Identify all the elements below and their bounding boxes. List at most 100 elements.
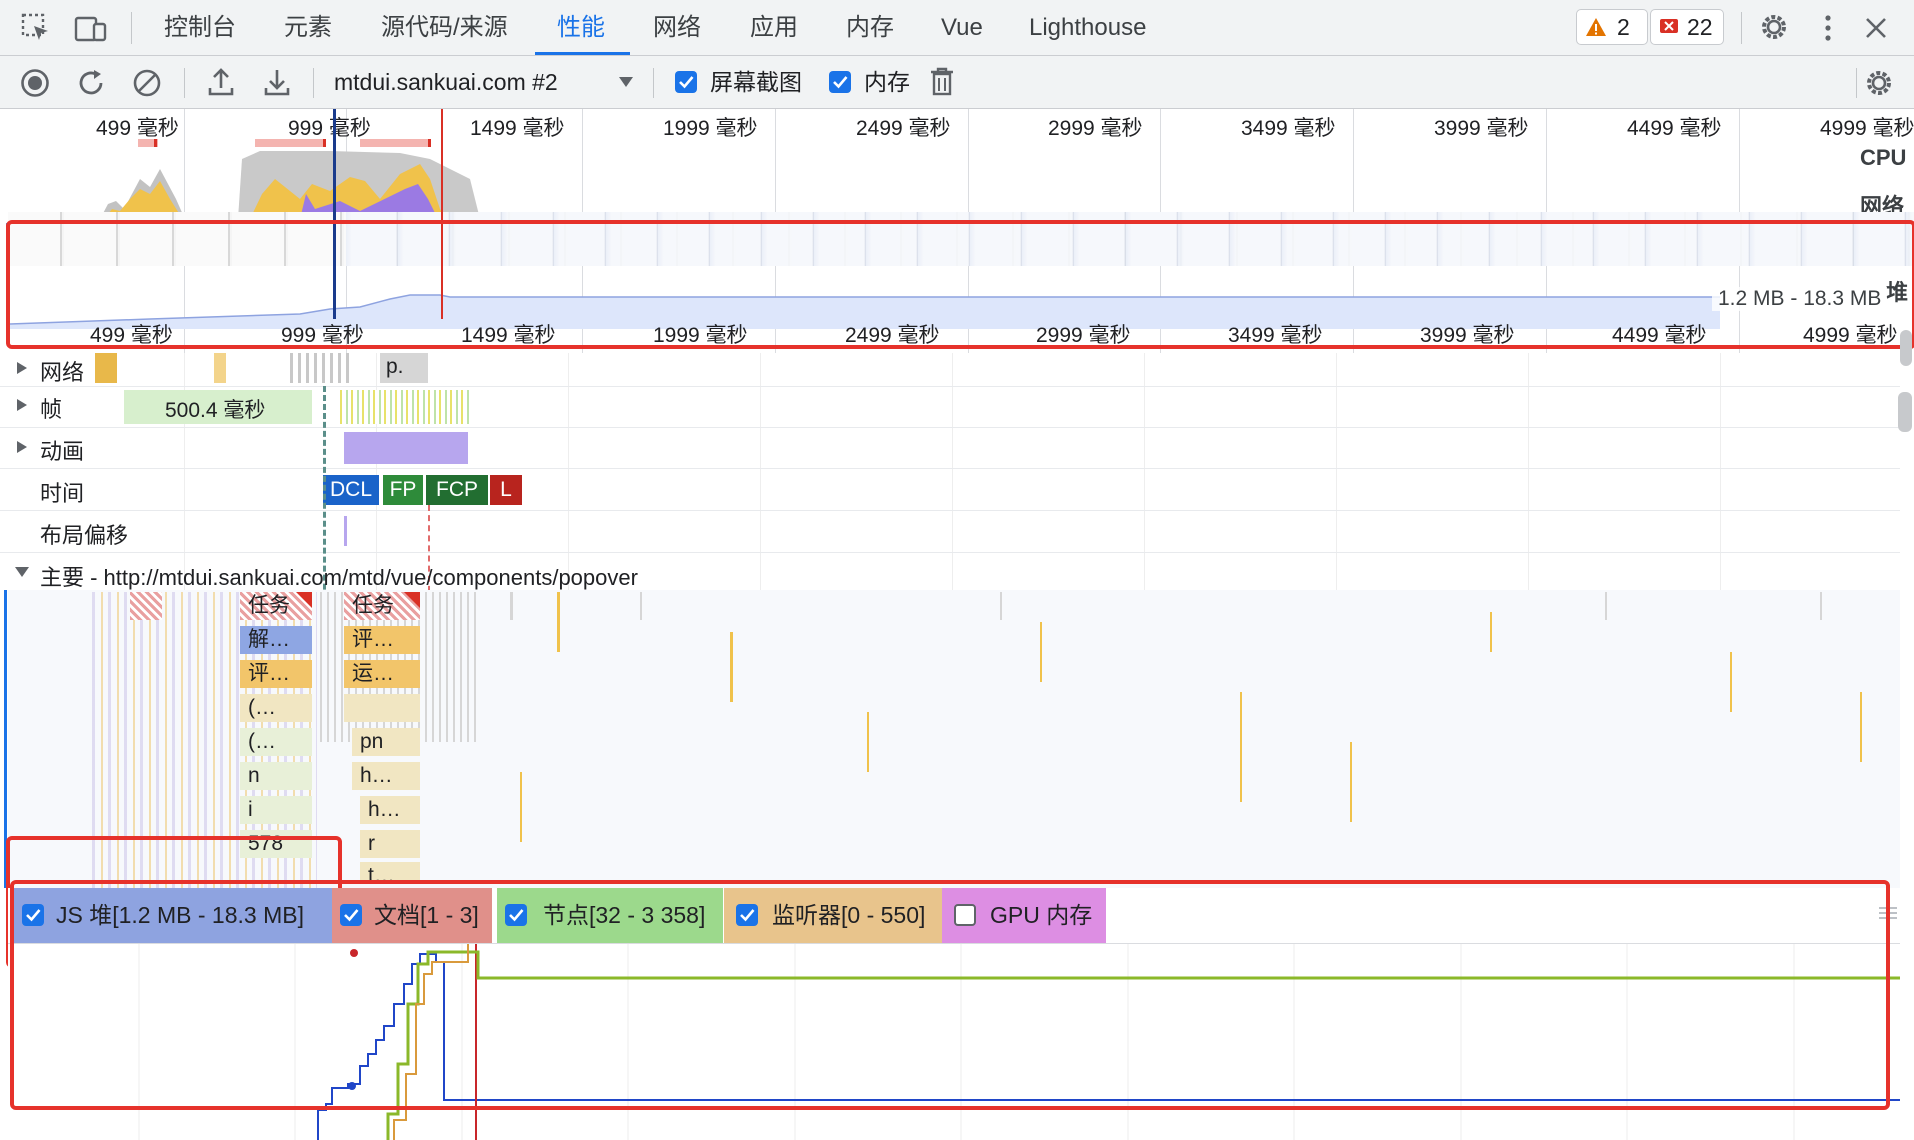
upload-icon[interactable] bbox=[206, 66, 236, 98]
active-tab-indicator bbox=[535, 52, 630, 55]
overview-tick: 499 毫秒 bbox=[96, 117, 179, 140]
memory-checkbox[interactable] bbox=[829, 71, 851, 93]
overview-tick: 2999 毫秒 bbox=[1048, 117, 1143, 140]
network-request-bar bbox=[290, 353, 350, 383]
timings-track-label: 时间 bbox=[40, 481, 85, 506]
screenshots-checkbox[interactable] bbox=[675, 71, 697, 93]
record-icon[interactable] bbox=[20, 68, 50, 98]
track-divider bbox=[0, 427, 1900, 428]
task-red-triangle bbox=[130, 592, 162, 620]
divider bbox=[131, 12, 132, 44]
timing-marker-fcp[interactable]: FCP bbox=[426, 475, 488, 505]
network-request-bar bbox=[95, 353, 117, 383]
warnings-count: 2 bbox=[1617, 14, 1630, 40]
frames-track-label[interactable]: 帧 bbox=[40, 392, 62, 424]
warning-icon bbox=[1586, 18, 1606, 36]
flame-function[interactable]: r bbox=[360, 830, 420, 858]
inspect-element-icon[interactable] bbox=[20, 12, 52, 44]
flame-evaluate[interactable]: 评… bbox=[240, 660, 312, 688]
warnings-badge[interactable]: 2 bbox=[1576, 9, 1648, 45]
flame-run[interactable]: 运… bbox=[344, 660, 420, 688]
profile-select-value: mtdui.sankuai.com #2 bbox=[334, 69, 558, 95]
layout-shift-track-label: 布局偏移 bbox=[40, 523, 129, 548]
track-divider bbox=[0, 510, 1900, 511]
timing-marker-fp[interactable]: FP bbox=[383, 475, 423, 505]
tab-application[interactable]: 应用 bbox=[750, 0, 798, 55]
flame-function[interactable]: h… bbox=[352, 762, 420, 790]
main-thread-label[interactable]: 主要 - http://mtdui.sankuai.com/mtd/vue/co… bbox=[40, 560, 638, 592]
errors-badge[interactable]: 22 bbox=[1650, 9, 1724, 45]
overview-tick: 4999 毫秒 bbox=[1820, 117, 1914, 140]
timing-marker-dcl[interactable]: DCL bbox=[323, 475, 379, 505]
expand-arrow-icon[interactable] bbox=[16, 440, 28, 454]
tab-vue[interactable]: Vue bbox=[941, 0, 983, 55]
overview-scrollbar-thumb[interactable] bbox=[1900, 330, 1912, 366]
chevron-down-icon bbox=[619, 77, 633, 87]
overview-tick: 3499 毫秒 bbox=[1241, 117, 1336, 140]
tab-elements[interactable]: 元素 bbox=[284, 0, 332, 55]
reload-record-icon[interactable] bbox=[76, 68, 106, 98]
divider bbox=[653, 68, 654, 98]
errors-count: 22 bbox=[1687, 14, 1713, 40]
collapse-arrow-icon[interactable] bbox=[14, 566, 30, 578]
tracks-scrollbar-thumb[interactable] bbox=[1898, 392, 1912, 432]
divider bbox=[184, 68, 185, 98]
devtools-tab-bar: 控制台 元素 源代码/来源 性能 网络 应用 内存 Vue Lighthouse… bbox=[0, 0, 1914, 56]
network-request-label: p. bbox=[386, 355, 404, 378]
flame-block bbox=[344, 694, 420, 722]
overview-tick: 4499 毫秒 bbox=[1627, 117, 1722, 140]
screenshots-label[interactable]: 屏幕截图 bbox=[710, 66, 802, 98]
divider bbox=[313, 68, 314, 98]
overview-tick: 2499 毫秒 bbox=[856, 117, 951, 140]
download-icon[interactable] bbox=[262, 66, 292, 98]
close-icon[interactable] bbox=[1862, 14, 1890, 42]
overview-tick: 999 毫秒 bbox=[288, 117, 371, 140]
more-options-icon[interactable] bbox=[1820, 12, 1836, 44]
flame-function[interactable]: n bbox=[240, 762, 312, 790]
overview-tick: 1999 毫秒 bbox=[663, 117, 758, 140]
layout-shift-marker[interactable] bbox=[344, 516, 347, 546]
timing-marker-load[interactable]: L bbox=[490, 475, 522, 505]
frame-bars bbox=[340, 390, 470, 424]
clear-icon[interactable] bbox=[132, 68, 162, 98]
animation-bar[interactable] bbox=[344, 432, 468, 464]
expand-arrow-icon[interactable] bbox=[16, 361, 28, 375]
track-divider bbox=[0, 468, 1900, 469]
error-icon bbox=[1660, 19, 1678, 33]
flame-parse[interactable]: 解… bbox=[240, 626, 312, 654]
track-divider bbox=[0, 386, 1900, 387]
flame-function[interactable]: h… bbox=[360, 796, 420, 824]
frame-duration: 500.4 毫秒 bbox=[165, 399, 266, 422]
overview-tick: 3999 毫秒 bbox=[1434, 117, 1529, 140]
capture-settings-gear-icon[interactable] bbox=[1862, 66, 1896, 100]
divider bbox=[1856, 68, 1857, 98]
profile-select[interactable]: mtdui.sankuai.com #2 bbox=[320, 62, 640, 102]
flame-call[interactable]: (… bbox=[240, 728, 312, 756]
memory-label[interactable]: 内存 bbox=[864, 66, 910, 98]
flame-function[interactable]: pn bbox=[352, 728, 420, 756]
tab-sources[interactable]: 源代码/来源 bbox=[381, 0, 508, 55]
track-divider bbox=[0, 552, 1900, 553]
tab-network[interactable]: 网络 bbox=[653, 0, 701, 55]
overview-tick: 1499 毫秒 bbox=[470, 117, 565, 140]
divider bbox=[1741, 12, 1742, 44]
annotation-box-heap-overview bbox=[6, 220, 1914, 349]
network-request-bar bbox=[214, 353, 226, 383]
flame-minor-events bbox=[510, 592, 1862, 842]
animation-track-label[interactable]: 动画 bbox=[40, 434, 84, 466]
cpu-label: CPU bbox=[1860, 145, 1907, 170]
annotation-box-memory-graph bbox=[10, 880, 1890, 1110]
tab-performance[interactable]: 性能 bbox=[557, 0, 605, 55]
flame-function[interactable]: i bbox=[240, 796, 312, 824]
network-track-label[interactable]: 网络 bbox=[40, 355, 84, 387]
performance-toolbar: mtdui.sankuai.com #2 屏幕截图 内存 bbox=[0, 56, 1914, 109]
tab-memory[interactable]: 内存 bbox=[846, 0, 894, 55]
settings-gear-icon[interactable] bbox=[1757, 10, 1791, 44]
flame-evaluate[interactable]: 评… bbox=[344, 626, 420, 654]
tab-lighthouse[interactable]: Lighthouse bbox=[1029, 0, 1146, 55]
device-toolbar-icon[interactable] bbox=[74, 12, 108, 44]
flame-call[interactable]: (… bbox=[240, 694, 312, 722]
tab-console[interactable]: 控制台 bbox=[164, 0, 236, 55]
expand-arrow-icon[interactable] bbox=[16, 398, 28, 412]
trash-icon[interactable] bbox=[928, 66, 956, 98]
